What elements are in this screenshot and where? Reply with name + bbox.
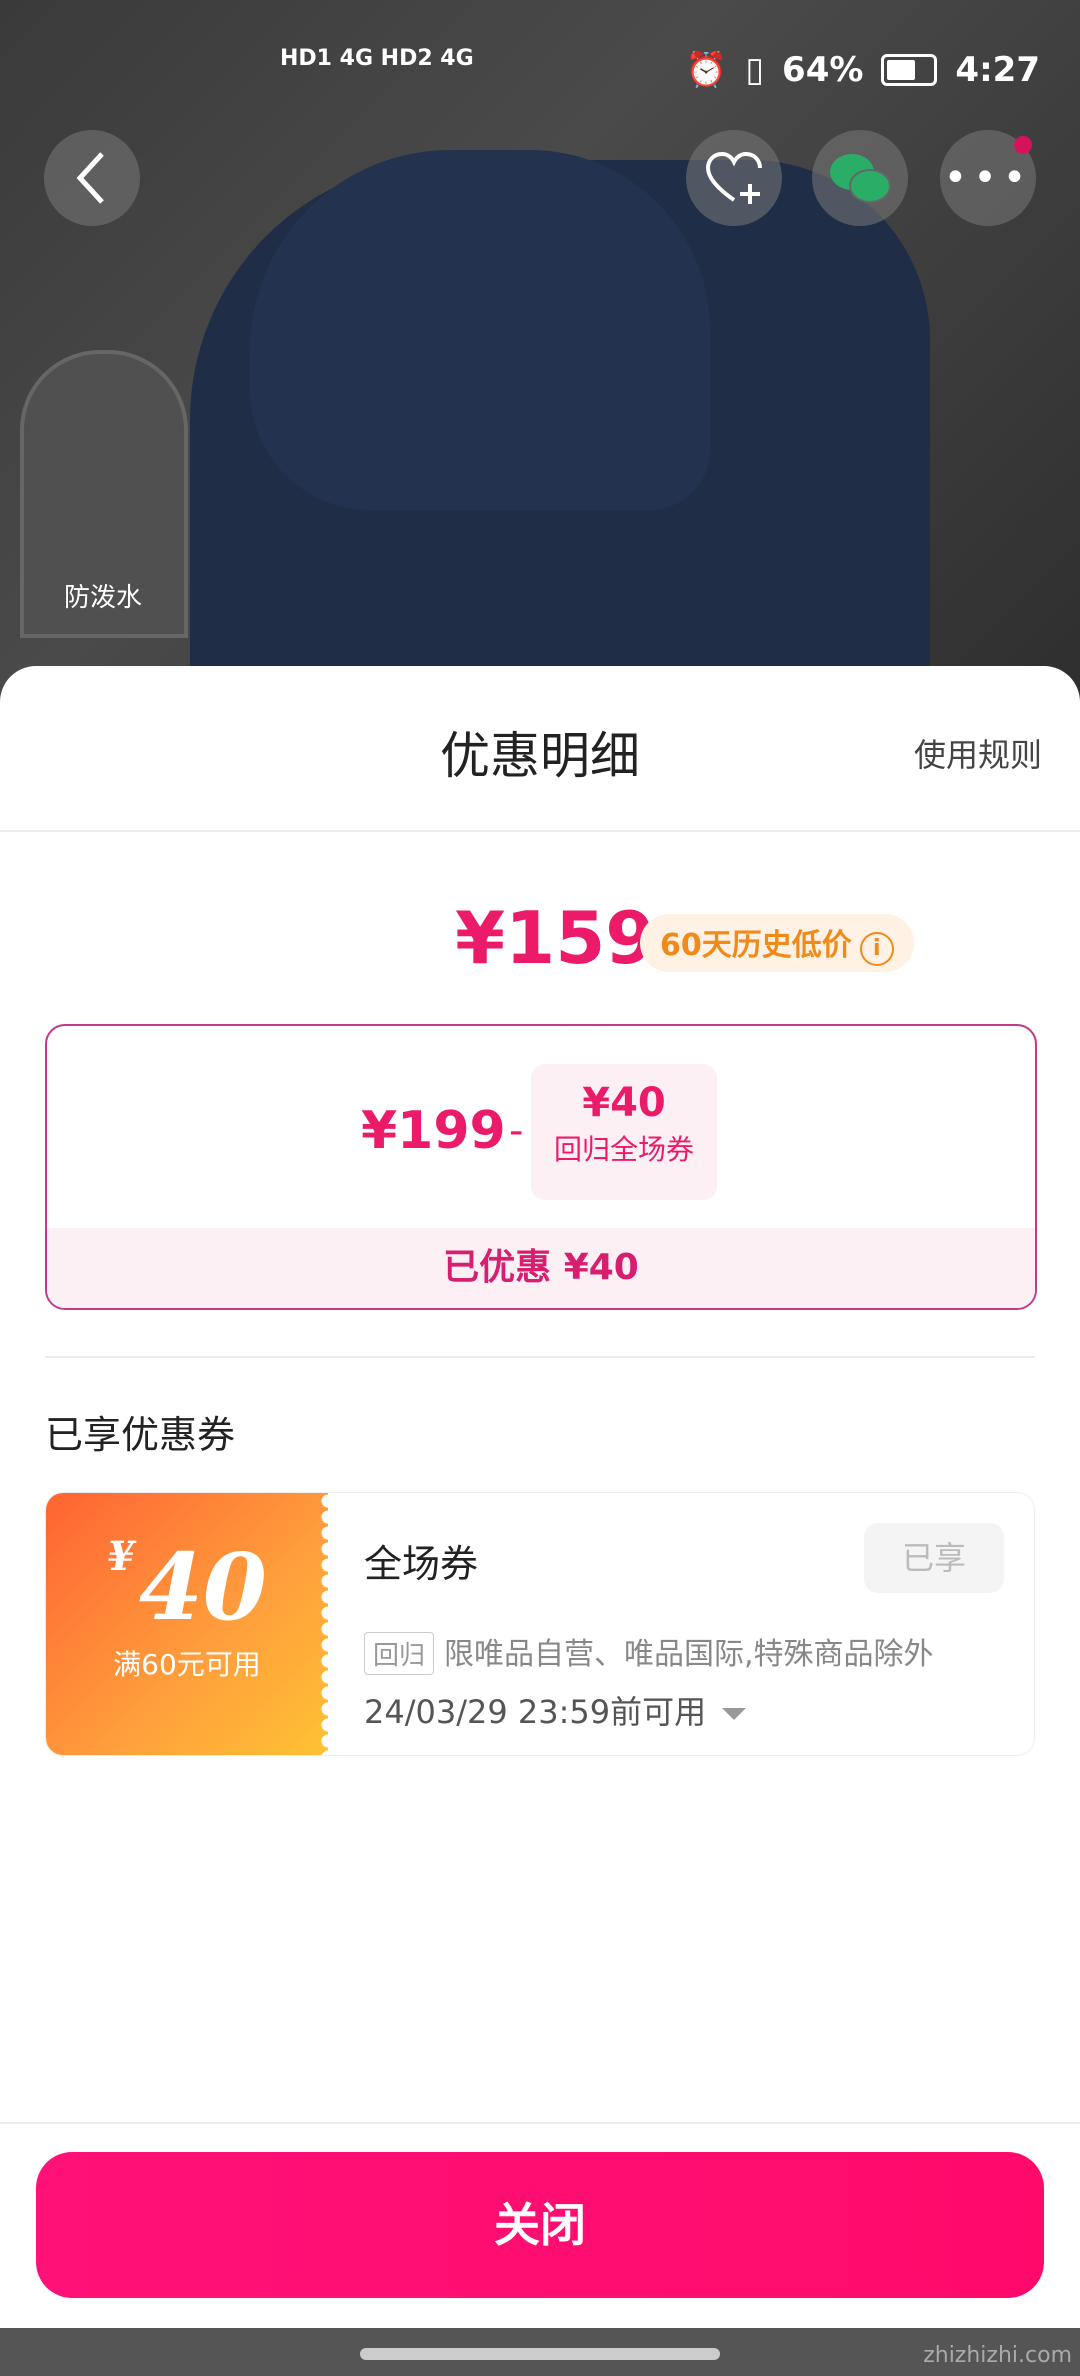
more-icon: ••• <box>943 155 1033 201</box>
battery-icon <box>881 54 938 86</box>
discount-detail-sheet: 优惠明细 使用规则 ¥159 60天历史低价 i ¥199 - ¥40 回归全场券… <box>0 666 1080 2376</box>
wechat-share-button[interactable] <box>812 130 908 226</box>
alarm-icon: ⏰ <box>684 50 728 90</box>
divider <box>45 1356 1035 1358</box>
product-hood-image <box>250 150 710 510</box>
home-indicator[interactable] <box>360 2348 720 2360</box>
coupon-expiry[interactable]: 24/03/29 23:59前可用 <box>364 1687 747 1733</box>
currency-symbol: ¥ <box>107 1533 135 1580</box>
back-button[interactable] <box>44 130 140 226</box>
coupon-deduction: ¥40 回归全场券 <box>531 1064 717 1200</box>
price-breakdown-box: ¥199 - ¥40 回归全场券 已优惠 ¥40 <box>45 1024 1037 1310</box>
coupon-scope: 限唯品自营、唯品国际,特殊商品除外 <box>444 1637 934 1672</box>
info-icon: i <box>859 932 894 966</box>
watermark: zhizhizhi.com <box>923 2343 1072 2368</box>
coupon-name: 全场券 <box>364 1542 479 1586</box>
saved-amount: 已优惠 ¥40 <box>47 1228 1035 1308</box>
coupon-condition: 满60元可用 <box>113 1648 261 1681</box>
thumbnail-label: 防泼水 <box>64 583 143 613</box>
status-right: ⏰ ▯ 64% 4:27 <box>685 50 1040 90</box>
rules-link[interactable]: 使用规则 <box>914 730 1042 776</box>
heart-add-icon <box>705 151 762 204</box>
box-notch <box>564 1026 596 1041</box>
clock: 4:27 <box>955 50 1040 90</box>
expand-triangle-icon <box>722 1708 747 1720</box>
minus-sign: - <box>509 1108 524 1154</box>
coupon-amount: 40 <box>138 1533 267 1641</box>
coupon-description: 回归 限唯品自营、唯品国际,特殊商品除外 <box>364 1629 934 1675</box>
divider <box>0 830 1080 832</box>
more-button[interactable]: ••• <box>940 130 1036 226</box>
coupon-deduction-label: 回归全场券 <box>553 1133 694 1166</box>
chevron-left-icon <box>76 152 104 204</box>
coupon-perforation <box>320 1493 336 1755</box>
wechat-icon <box>830 154 891 203</box>
vibrate-icon: ▯ <box>745 50 765 90</box>
coupon-expiry-text: 24/03/29 23:59前可用 <box>364 1693 707 1731</box>
waterproof-thumbnail[interactable]: 防泼水 <box>20 350 188 638</box>
navigation-bar <box>0 2328 1080 2376</box>
coupon-deduction-amount: ¥40 <box>582 1080 666 1126</box>
signal-indicator: HD1 4G HD2 4G <box>280 46 474 71</box>
close-button[interactable]: 关闭 <box>36 2152 1044 2298</box>
status-bar: HD1 4G HD2 4G ⏰ ▯ 64% 4:27 <box>0 0 1080 112</box>
coupon-tag: 回归 <box>364 1632 435 1675</box>
notification-dot <box>1014 136 1032 154</box>
final-price: ¥159 <box>455 896 656 980</box>
original-price: ¥199 <box>361 1101 506 1161</box>
coupon-status-button: 已享 <box>864 1523 1004 1593</box>
coupon-card[interactable]: ¥40 满60元可用 全场券 已享 回归 限唯品自营、唯品国际,特殊商品除外 24… <box>45 1492 1035 1756</box>
divider <box>0 2122 1080 2124</box>
favorite-button[interactable] <box>686 130 782 226</box>
coupon-value: ¥40 <box>46 1533 328 1641</box>
section-title: 已享优惠券 <box>45 1413 236 1457</box>
battery-percent: 64% <box>782 50 864 90</box>
history-low-tag[interactable]: 60天历史低价 i <box>640 914 914 972</box>
history-low-text: 60天历史低价 <box>660 928 852 963</box>
coupon-value-panel: ¥40 满60元可用 <box>46 1493 336 1755</box>
